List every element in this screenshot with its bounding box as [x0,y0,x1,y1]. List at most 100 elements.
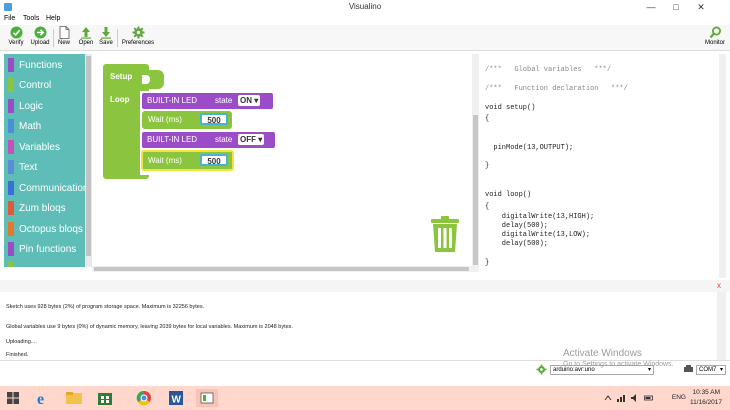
palette-item-octopus-bloqs[interactable]: Octopus bloqs [4,219,92,239]
loop-label: Loop [110,95,130,104]
led-state-value: ON [240,96,252,105]
code-pane-scrollbar[interactable] [719,54,726,278]
palette-item-control[interactable]: Control [4,75,92,95]
code-line: digitalWrite(13,LOW); [485,231,591,239]
code-comment: /*** Function declaration ***/ [485,85,628,93]
board-gear-icon [536,364,547,375]
port-icon [684,365,693,372]
console-scrollbar[interactable] [717,292,726,360]
code-line: digitalWrite(13,HIGH); [485,213,595,221]
palette-item-math[interactable]: Math [4,116,92,136]
palette-item-label: Pin functions [19,244,77,255]
verify-button[interactable]: Verify [4,26,28,50]
new-button[interactable]: New [56,26,72,50]
preferences-button[interactable]: Preferences [121,26,155,50]
internet-explorer-icon[interactable]: e [33,389,55,407]
windows-start-icon[interactable] [7,392,19,404]
menu-help[interactable]: Help [46,15,60,22]
toolbar: Verify Upload New Open Save Preferences … [0,25,730,51]
menu-file[interactable]: File [4,15,15,22]
upload-label: Upload [30,40,50,46]
led-state-dropdown[interactable]: OFF ▾ [238,134,265,145]
language-indicator[interactable]: ENG [672,394,686,401]
wait-block[interactable]: Wait (ms) 500 [142,111,232,129]
network-icon[interactable] [616,393,626,403]
new-file-icon [59,26,69,39]
palette-scroll-thumb[interactable] [86,56,91,256]
palette-item-pin-functions[interactable]: Pin functions [4,239,92,259]
palette-item-label: Math [19,121,42,132]
upload-button[interactable]: Upload [28,26,52,50]
clock-date[interactable]: 11/16/2017 [690,399,722,406]
new-label: New [57,40,70,46]
close-window-button[interactable]: ✕ [690,1,712,13]
word-icon[interactable]: W [165,389,187,407]
monitor-label: Monitor [704,40,725,46]
port-select[interactable]: COM7 ▾ [696,365,726,375]
verify-label: Verify [8,40,24,46]
palette-item-label: Variables [19,142,60,153]
category-swatch [8,78,14,92]
category-swatch [8,181,14,195]
wait-label: Wait (ms) [148,156,182,165]
workspace-horizontal-scroll-thumb[interactable] [94,267,469,271]
led-off-block[interactable]: BUILT-IN LED state OFF ▾ [142,132,275,148]
chevron-up-icon[interactable] [604,394,612,402]
magnifier-icon [709,26,721,39]
clock-time[interactable]: 10:35 AM [693,389,720,396]
category-swatch [8,58,14,72]
led-label: BUILT-IN LED [147,135,198,144]
battery-icon[interactable] [644,393,654,403]
palette-item-label: Communication [19,183,89,194]
workspace-vertical-scroll-thumb[interactable] [473,115,478,265]
palette-item-label: Control [19,80,52,91]
palette-item-zum-bloqs[interactable]: Zum bloqs [4,198,92,218]
code-line: void loop() [485,191,532,199]
maximize-button[interactable]: □ [665,1,687,13]
title-bar: Visualino — □ ✕ [0,0,730,14]
setup-block-socket [142,75,150,84]
store-icon[interactable] [94,389,116,407]
open-button[interactable]: Open [78,26,94,50]
volume-icon[interactable] [630,393,640,403]
svg-text:W: W [172,395,182,406]
console-line: Sketch uses 928 bytes (2%) of program st… [6,304,205,310]
setup-label: Setup [110,72,133,81]
arrow-up-icon [81,27,91,39]
preferences-label: Preferences [121,40,155,46]
palette-item-logic[interactable]: Logic [4,96,92,116]
wait-block-selected[interactable]: Wait (ms) 500 [141,150,234,171]
palette-item-communication[interactable]: Communication [4,178,92,198]
palette-item-functions[interactable]: Functions [4,55,92,75]
file-explorer-icon[interactable] [63,389,85,407]
minimize-button[interactable]: — [640,1,662,13]
palette-item-label: Zum bloqs [19,203,66,214]
code-line: { [485,203,490,211]
led-state-value: OFF [240,135,256,144]
palette-item-label: Functions [19,60,63,71]
trash-icon[interactable] [430,216,460,252]
console-close-icon[interactable]: x [717,281,721,290]
palette-item-text[interactable]: Text [4,157,92,177]
led-on-block[interactable]: BUILT-IN LED state ON ▾ [142,93,273,109]
activation-watermark-title: Activate Windows [563,348,642,359]
menu-tools[interactable]: Tools [23,15,39,22]
visualino-taskbar-icon[interactable] [196,389,218,407]
chrome-icon[interactable] [133,389,155,407]
blocks-workspace[interactable]: Setup Loop BUILT-IN LED state ON ▾ Wait … [92,54,472,272]
toolbar-separator [53,29,54,47]
monitor-button[interactable]: Monitor [703,26,727,50]
category-swatch [8,262,14,267]
palette-item-variables[interactable]: Variables [4,137,92,157]
led-state-dropdown[interactable]: ON ▾ [238,95,261,106]
open-label: Open [78,40,94,46]
visualino-app: Visualino — □ ✕ File Tools Help Verify U… [0,0,730,410]
wait-value-field[interactable]: 500 [200,113,228,125]
led-label: BUILT-IN LED [147,96,198,105]
wait-value-field[interactable]: 500 [200,154,228,166]
save-button[interactable]: Save [98,26,114,50]
code-line: delay(500); [485,222,549,230]
console-line: Finished. [6,352,29,358]
code-pane: /*** Global variables ***/ /*** Function… [479,54,719,278]
chevron-down-icon: ▾ [719,367,723,373]
